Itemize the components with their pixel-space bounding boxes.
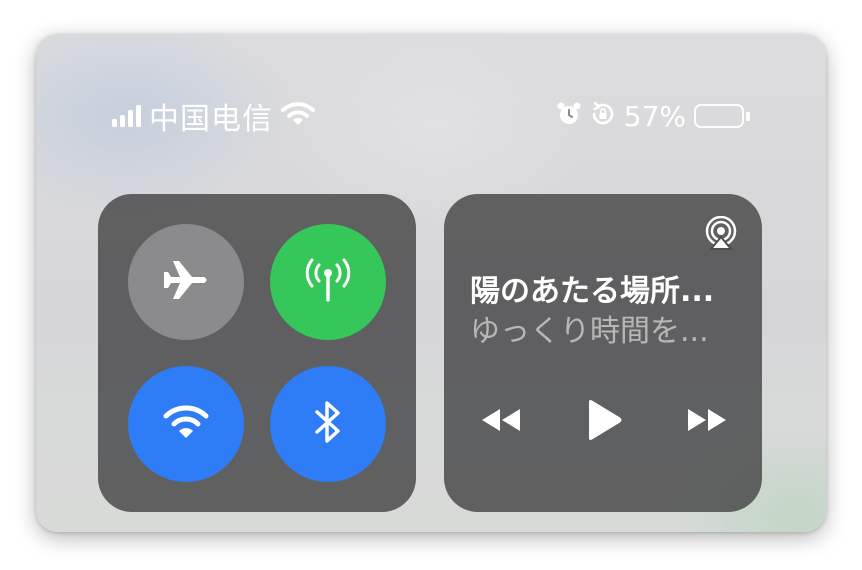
wifi-icon [163,404,209,444]
bluetooth-toggle[interactable] [270,366,386,482]
status-bar-right: 57% [556,96,750,136]
control-center: 中国电信 57% 陽のあたる場所... ゆっくり時間を... [36,34,826,532]
rewind-icon [480,407,524,437]
status-bar-left: 中国电信 [112,96,315,137]
rewind-button[interactable] [474,400,530,444]
airplay-icon[interactable] [704,215,738,250]
fast-forward-icon [684,407,728,437]
carrier-name: 中国电信 [149,102,273,137]
now-playing-panel: 陽のあたる場所... ゆっくり時間を... [444,194,762,512]
play-icon [585,399,623,445]
wifi-icon [281,101,315,131]
battery-icon [694,104,750,128]
signal-icon [112,105,141,127]
airplane-mode-toggle[interactable] [128,224,244,340]
cellular-antenna-icon [302,256,354,308]
fast-forward-button[interactable] [678,400,734,444]
play-button[interactable] [576,400,632,444]
airplane-icon [161,258,211,306]
song-title: 陽のあたる場所... [470,274,715,309]
bluetooth-icon [313,398,343,450]
connectivity-panel [98,194,416,512]
alarm-icon [556,101,582,131]
wifi-toggle[interactable] [128,366,244,482]
cellular-data-toggle[interactable] [270,224,386,340]
battery-percent: 57% [623,99,686,133]
song-subtitle: ゆっくり時間を... [470,314,709,349]
rotation-lock-icon [590,101,616,131]
